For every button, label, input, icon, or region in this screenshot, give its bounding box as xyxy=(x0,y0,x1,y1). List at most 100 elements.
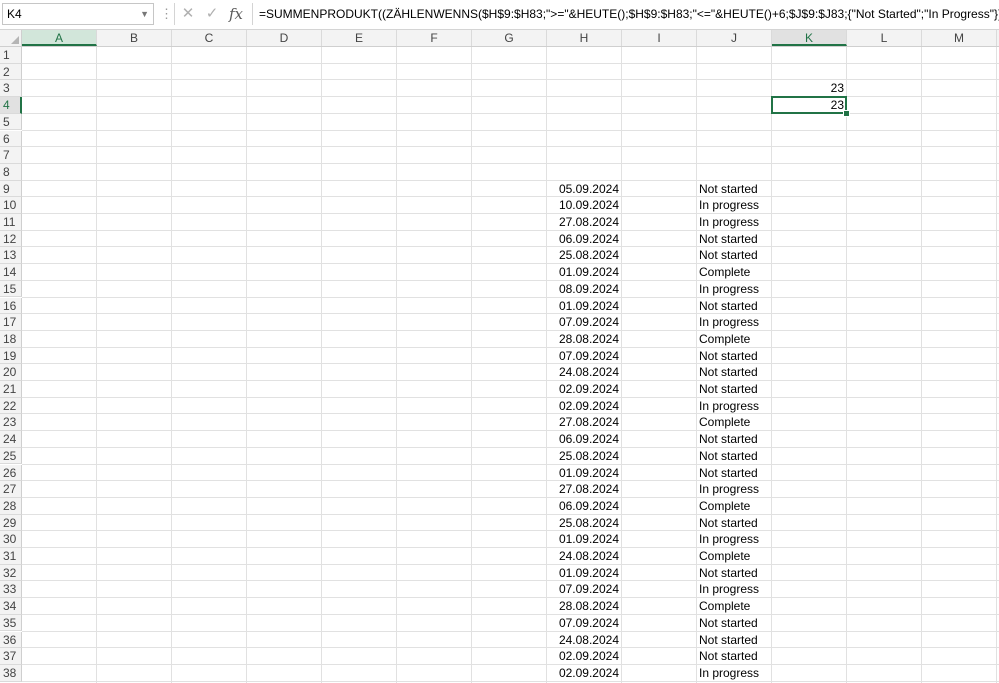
cell-k3[interactable]: 23 xyxy=(772,80,847,96)
row-header-10[interactable]: 10 xyxy=(0,197,22,214)
column-header-l[interactable]: L xyxy=(847,30,922,46)
row-header-5[interactable]: 5 xyxy=(0,113,22,131)
row-header-22[interactable]: 22 xyxy=(0,397,22,415)
row-header-17[interactable]: 17 xyxy=(0,314,22,331)
cell-h25[interactable]: 25.08.2024 xyxy=(547,448,622,464)
row-header-36[interactable]: 36 xyxy=(0,631,22,649)
cell-h31[interactable]: 24.08.2024 xyxy=(547,548,622,564)
cell-h18[interactable]: 28.08.2024 xyxy=(547,331,622,347)
cell-h22[interactable]: 02.09.2024 xyxy=(547,398,622,414)
cell-h34[interactable]: 28.08.2024 xyxy=(547,598,622,614)
cell-j32[interactable]: Not started xyxy=(697,565,758,581)
row-header-6[interactable]: 6 xyxy=(0,130,22,148)
row-header-32[interactable]: 32 xyxy=(0,564,22,582)
row-header-35[interactable]: 35 xyxy=(0,614,22,632)
row-header-24[interactable]: 24 xyxy=(0,431,22,448)
column-header-f[interactable]: F xyxy=(397,30,472,46)
row-header-29[interactable]: 29 xyxy=(0,514,22,532)
cell-j33[interactable]: In progress xyxy=(697,581,759,597)
cell-j30[interactable]: In progress xyxy=(697,531,759,547)
cell-j12[interactable]: Not started xyxy=(697,231,758,247)
cell-h38[interactable]: 02.09.2024 xyxy=(547,665,622,681)
cell-h16[interactable]: 01.09.2024 xyxy=(547,298,622,314)
cell-j20[interactable]: Not started xyxy=(697,364,758,380)
row-header-1[interactable]: 1 xyxy=(0,47,22,64)
cell-h21[interactable]: 02.09.2024 xyxy=(547,381,622,397)
row-header-14[interactable]: 14 xyxy=(0,264,22,281)
column-header-m[interactable]: M xyxy=(922,30,997,46)
cell-j15[interactable]: In progress xyxy=(697,281,759,297)
cell-j14[interactable]: Complete xyxy=(697,264,750,280)
cell-j23[interactable]: Complete xyxy=(697,414,750,430)
cell-h20[interactable]: 24.08.2024 xyxy=(547,364,622,380)
column-header-d[interactable]: D xyxy=(247,30,322,46)
cell-j21[interactable]: Not started xyxy=(697,381,758,397)
column-header-c[interactable]: C xyxy=(172,30,247,46)
row-header-13[interactable]: 13 xyxy=(0,247,22,265)
fill-handle[interactable] xyxy=(843,109,850,117)
row-header-34[interactable]: 34 xyxy=(0,598,22,615)
cell-h33[interactable]: 07.09.2024 xyxy=(547,581,622,597)
row-header-26[interactable]: 26 xyxy=(0,464,22,482)
check-icon[interactable]: ✓ xyxy=(201,3,223,25)
row-header-25[interactable]: 25 xyxy=(0,447,22,465)
column-header-j[interactable]: J xyxy=(697,30,772,46)
column-header-e[interactable]: E xyxy=(322,30,397,46)
cell-j11[interactable]: In progress xyxy=(697,214,759,230)
column-header-a[interactable]: A xyxy=(22,30,97,46)
cell-h12[interactable]: 06.09.2024 xyxy=(547,231,622,247)
cell-h14[interactable]: 01.09.2024 xyxy=(547,264,622,280)
row-header-7[interactable]: 7 xyxy=(0,147,22,164)
cell-h23[interactable]: 27.08.2024 xyxy=(547,414,622,430)
cell-j10[interactable]: In progress xyxy=(697,197,759,213)
cell-h37[interactable]: 02.09.2024 xyxy=(547,648,622,664)
row-header-23[interactable]: 23 xyxy=(0,414,22,432)
row-header-19[interactable]: 19 xyxy=(0,347,22,365)
select-all-button[interactable] xyxy=(0,30,22,46)
row-header-18[interactable]: 18 xyxy=(0,330,22,348)
cell-j26[interactable]: Not started xyxy=(697,465,758,481)
row-header-28[interactable]: 28 xyxy=(0,497,22,515)
column-header-i[interactable]: I xyxy=(622,30,697,46)
cell-h19[interactable]: 07.09.2024 xyxy=(547,348,622,364)
cell-j18[interactable]: Complete xyxy=(697,331,750,347)
cell-h24[interactable]: 06.09.2024 xyxy=(547,431,622,447)
cell-j27[interactable]: In progress xyxy=(697,481,759,497)
cell-h13[interactable]: 25.08.2024 xyxy=(547,247,622,263)
cell-h9[interactable]: 05.09.2024 xyxy=(547,181,622,197)
cell-j28[interactable]: Complete xyxy=(697,498,750,514)
formula-input[interactable]: =SUMMENPRODUKT((ZÄHLENWENNS($H$9:$H83;">… xyxy=(252,3,999,25)
cell-j17[interactable]: In progress xyxy=(697,314,759,330)
cell-j19[interactable]: Not started xyxy=(697,348,758,364)
cell-h32[interactable]: 01.09.2024 xyxy=(547,565,622,581)
row-header-20[interactable]: 20 xyxy=(0,364,22,381)
row-header-15[interactable]: 15 xyxy=(0,280,22,298)
row-header-38[interactable]: 38 xyxy=(0,664,22,682)
cell-h26[interactable]: 01.09.2024 xyxy=(547,465,622,481)
column-header-k[interactable]: K xyxy=(772,30,847,46)
row-header-16[interactable]: 16 xyxy=(0,297,22,315)
cell-j25[interactable]: Not started xyxy=(697,448,758,464)
row-header-27[interactable]: 27 xyxy=(0,481,22,498)
cell-j35[interactable]: Not started xyxy=(697,615,758,631)
row-header-12[interactable]: 12 xyxy=(0,230,22,248)
cell-h11[interactable]: 27.08.2024 xyxy=(547,214,622,230)
cell-j37[interactable]: Not started xyxy=(697,648,758,664)
row-header-3[interactable]: 3 xyxy=(0,80,22,98)
row-header-21[interactable]: 21 xyxy=(0,381,22,398)
cell-h28[interactable]: 06.09.2024 xyxy=(547,498,622,514)
cell-j29[interactable]: Not started xyxy=(697,515,758,531)
row-header-30[interactable]: 30 xyxy=(0,531,22,548)
cell-j16[interactable]: Not started xyxy=(697,298,758,314)
column-header-g[interactable]: G xyxy=(472,30,547,46)
row-header-37[interactable]: 37 xyxy=(0,648,22,665)
row-header-4[interactable]: 4 xyxy=(0,97,22,114)
cell-h30[interactable]: 01.09.2024 xyxy=(547,531,622,547)
cell-j22[interactable]: In progress xyxy=(697,398,759,414)
cell-j36[interactable]: Not started xyxy=(697,632,758,648)
cell-h10[interactable]: 10.09.2024 xyxy=(547,197,622,213)
cell-j13[interactable]: Not started xyxy=(697,247,758,263)
row-header-11[interactable]: 11 xyxy=(0,214,22,231)
grip-icon[interactable]: ⋮ xyxy=(160,6,173,22)
cell-j9[interactable]: Not started xyxy=(697,181,758,197)
